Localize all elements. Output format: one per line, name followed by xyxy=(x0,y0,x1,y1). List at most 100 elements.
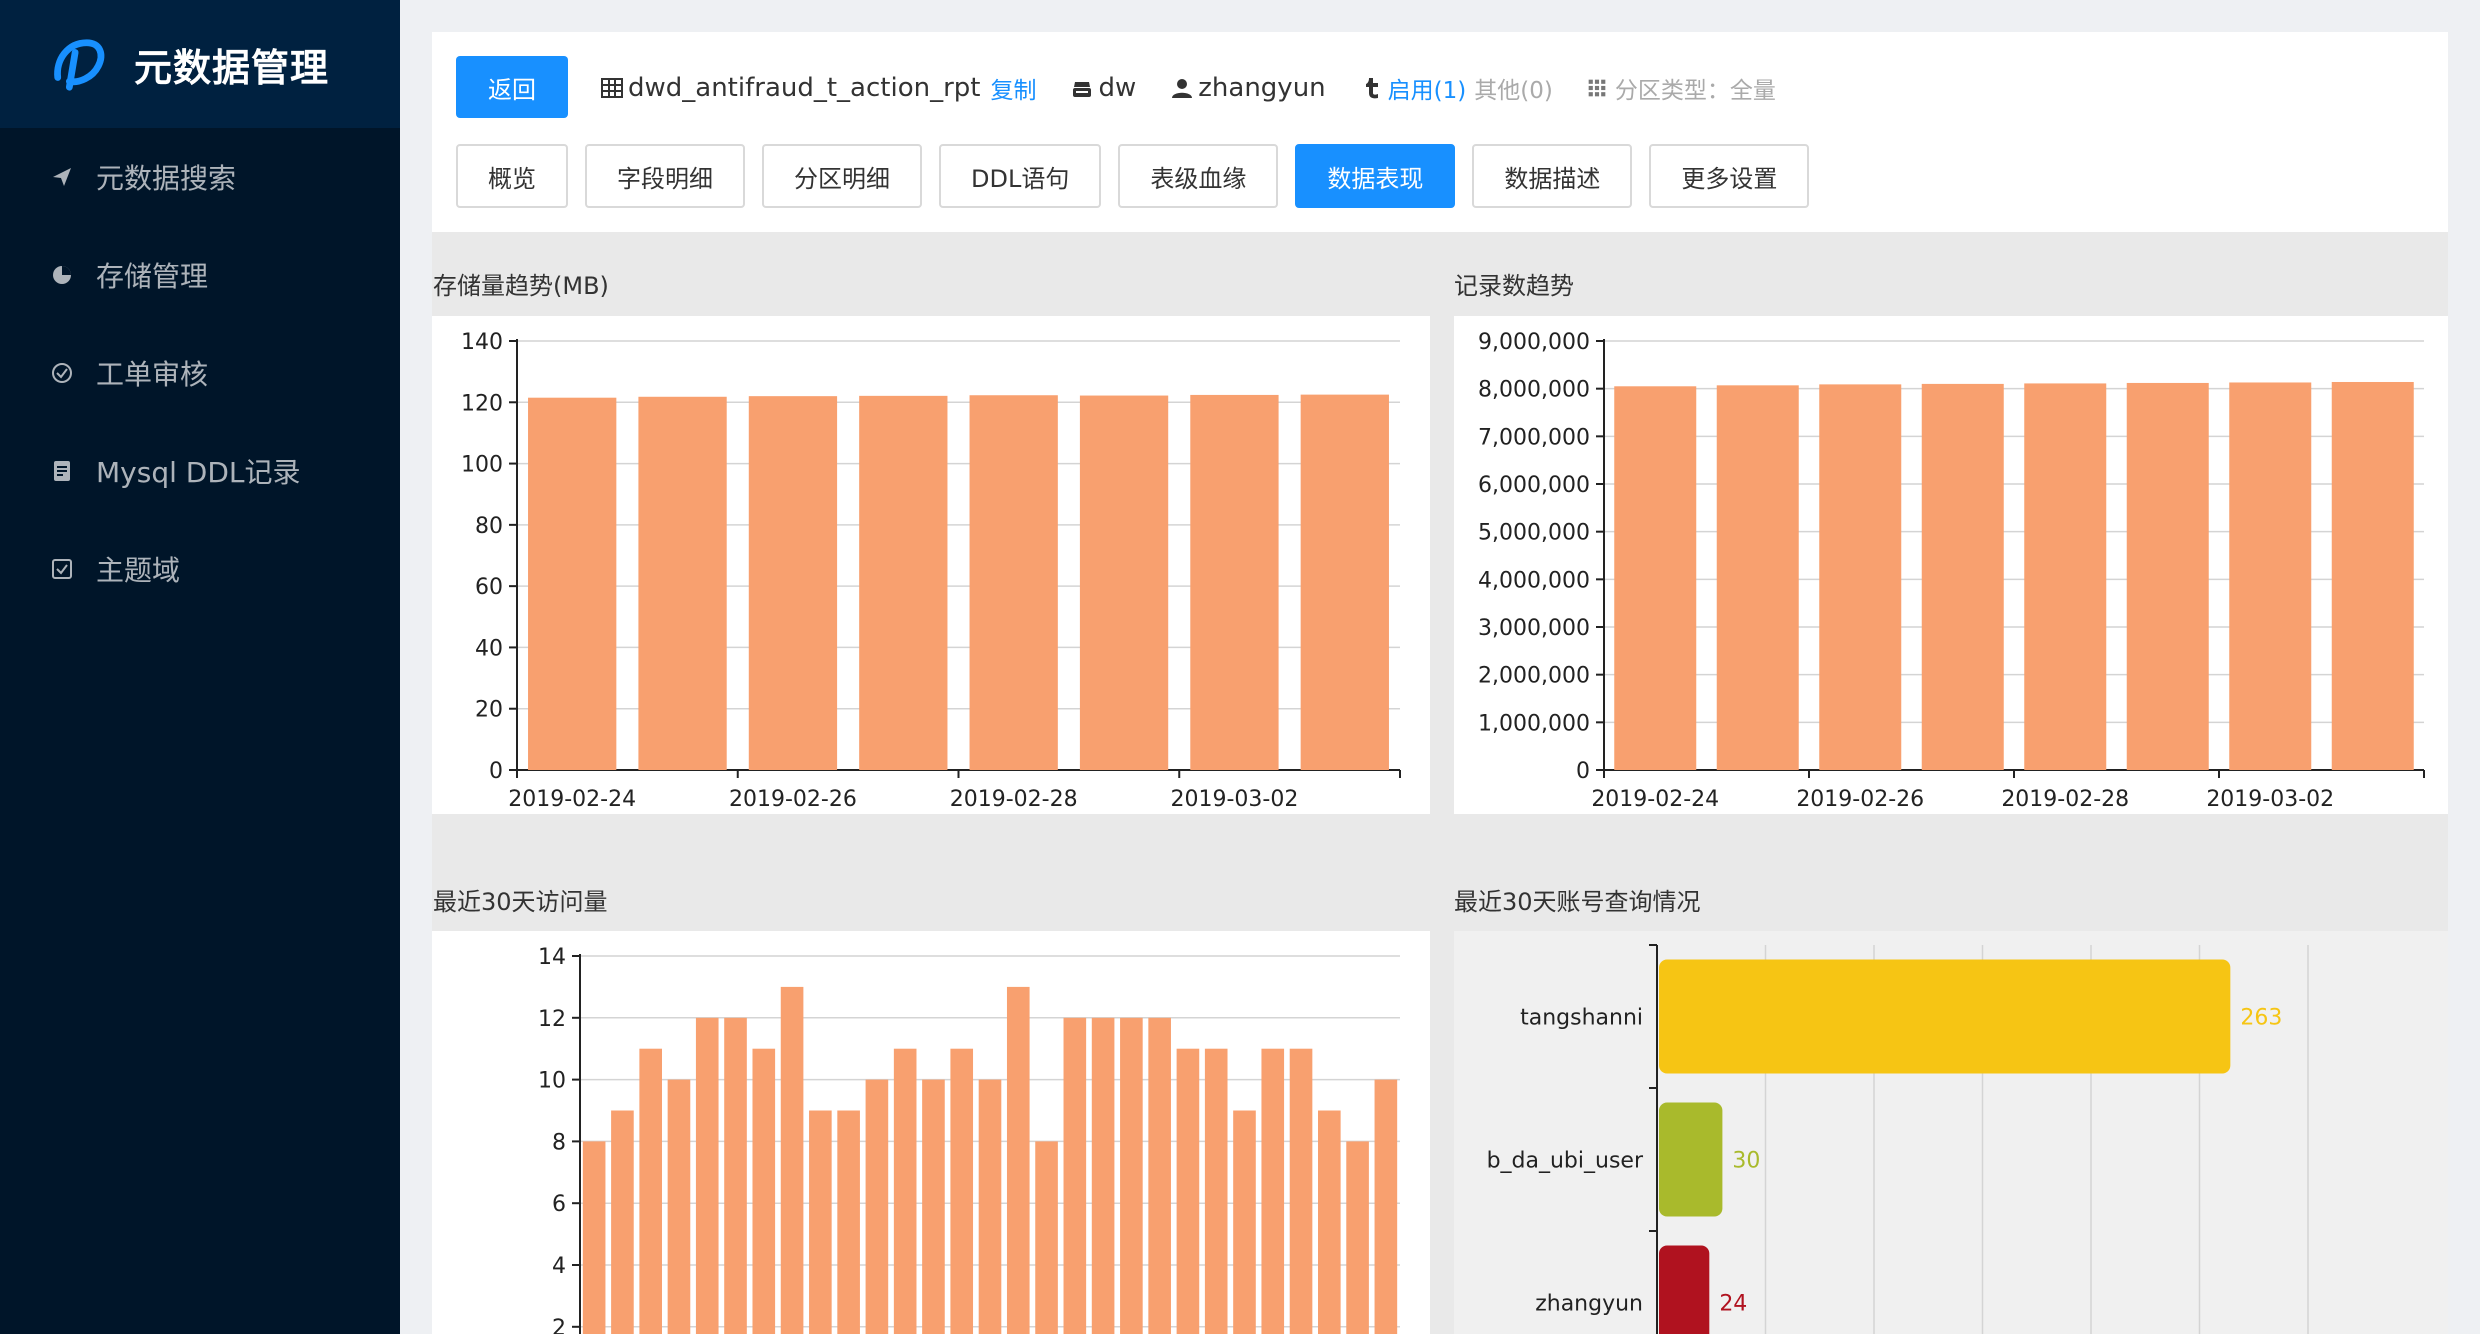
table-name-group: dwd_antifraud_t_action_rpt 复制 xyxy=(600,71,1036,105)
pie-chart-icon xyxy=(50,263,74,287)
tab-button[interactable]: DDL语句 xyxy=(939,144,1102,208)
status-other[interactable]: 其他(0) xyxy=(1474,71,1553,105)
account-query-title: 最近30天账号查询情况 xyxy=(1454,888,1701,916)
check-square-icon xyxy=(50,557,74,581)
y-tick-label: 80 xyxy=(475,514,503,539)
app-title: 元数据管理 xyxy=(134,45,330,90)
bar xyxy=(1233,1110,1256,1334)
y-tick-label: 14 xyxy=(538,945,566,970)
y-tick-label: 8 xyxy=(552,1130,566,1155)
bar xyxy=(2229,382,2312,770)
y-tick-label: 6 xyxy=(552,1192,566,1217)
bar xyxy=(859,395,948,770)
bar xyxy=(978,1079,1002,1334)
bar xyxy=(611,1110,634,1334)
bar xyxy=(528,397,617,770)
sidebar-menu: 元数据搜索 存储管理工单审核 Mysql DDL记录主题域 xyxy=(0,128,400,618)
bar xyxy=(1148,1017,1171,1334)
tab-button[interactable]: 数据描述 xyxy=(1472,144,1633,208)
sidebar-item[interactable]: Mysql DDL记录 xyxy=(0,422,400,520)
tab-button[interactable]: 分区明细 xyxy=(762,144,922,208)
bar xyxy=(1716,385,1799,770)
bar xyxy=(1374,1079,1398,1334)
account-query-chart: tangshanni 263 b_da_ubi_user 30 zhangyun 24 xyxy=(1454,931,2448,1334)
bar xyxy=(638,396,727,770)
data-label: 24 xyxy=(1719,1292,1747,1317)
status-group: 启用(1) 其他(0) xyxy=(1360,71,1553,105)
bar xyxy=(1318,1110,1341,1334)
x-tick-label: 2019-02-24 xyxy=(508,787,636,812)
bar xyxy=(582,1141,606,1334)
bar xyxy=(865,1079,889,1334)
tab-button[interactable]: 更多设置 xyxy=(1649,144,1810,208)
bar xyxy=(1079,395,1169,770)
bar xyxy=(950,1048,974,1334)
send-icon xyxy=(50,165,74,189)
sidebar-item[interactable]: 元数据搜索 xyxy=(0,128,400,226)
bar xyxy=(1120,1017,1143,1334)
table-icon xyxy=(601,78,623,98)
bar xyxy=(1006,986,1030,1334)
tab-button[interactable]: 概览 xyxy=(456,144,568,208)
sidebar-item[interactable]: 工单审核 xyxy=(0,324,400,422)
sidebar-item-label: 主题域 xyxy=(96,554,181,587)
y-tick-label: 2,000,000 xyxy=(1478,664,1590,689)
bar xyxy=(1346,1141,1369,1334)
copy-link[interactable]: 复制 xyxy=(990,71,1036,105)
y-tick-label: 6,000,000 xyxy=(1478,473,1590,498)
sidebar: 元数据管理 元数据搜索 存储管理工单审核 Mysql DDL记录主题域 xyxy=(0,0,400,1334)
partition-type: 分区类型：全量 xyxy=(1614,78,1776,104)
sidebar-item[interactable]: 主题域 xyxy=(0,520,400,618)
bar xyxy=(893,1048,917,1334)
y-tick-label: 2 xyxy=(552,1316,566,1334)
back-button[interactable]: 返回 xyxy=(456,56,568,118)
x-tick-label: 2019-02-26 xyxy=(1796,787,1924,812)
tumblr-icon xyxy=(1365,78,1378,99)
y-tick-label: 1,000,000 xyxy=(1478,711,1590,736)
x-tick-label: 2019-02-24 xyxy=(1591,787,1719,812)
visits-title: 最近30天访问量 xyxy=(433,888,608,916)
category-label: zhangyun xyxy=(1535,1292,1643,1317)
bar xyxy=(1659,1102,1723,1217)
x-tick-label: 2019-03-02 xyxy=(2206,787,2334,812)
y-tick-label: 0 xyxy=(1576,759,1590,784)
database-group: dw xyxy=(1070,73,1136,103)
bar xyxy=(837,1110,860,1334)
y-tick-label: 60 xyxy=(475,575,503,600)
bar xyxy=(1614,386,1697,770)
bar xyxy=(1091,1017,1115,1334)
status-enabled[interactable]: 启用(1) xyxy=(1388,71,1467,105)
tab-button[interactable]: 数据表现 xyxy=(1295,144,1456,208)
y-tick-label: 5,000,000 xyxy=(1478,521,1590,546)
x-tick-label: 2019-02-28 xyxy=(950,787,1078,812)
storage-trend-chart: 0 20 40 60 80 100 120 140 2019-02-24 2019-02-26 20… xyxy=(432,316,1430,814)
check-circle-icon xyxy=(50,361,74,385)
sidebar-item-label: 工单审核 xyxy=(96,358,209,391)
sidebar-item[interactable]: 存储管理 xyxy=(0,226,400,324)
bar xyxy=(1659,959,2231,1074)
y-tick-label: 7,000,000 xyxy=(1478,425,1590,450)
table-header-card: 返回 dwd_antifraud_t_action_rpt 复制 dw zhan… xyxy=(432,32,2448,232)
brand[interactable]: 元数据管理 xyxy=(0,0,400,128)
category-label: b_da_ubi_user xyxy=(1487,1149,1644,1174)
bar xyxy=(748,396,838,770)
table-meta: dwd_antifraud_t_action_rpt 复制 dw zhangyu… xyxy=(600,68,1810,108)
record-trend-title: 记录数趋势 xyxy=(1454,272,1574,300)
tab-button[interactable]: 字段明细 xyxy=(585,144,745,208)
bar xyxy=(639,1048,662,1334)
bar xyxy=(1190,394,1279,770)
x-tick-label: 2019-03-02 xyxy=(1171,787,1299,812)
tab-button[interactable]: 表级血缘 xyxy=(1118,144,1279,208)
y-tick-label: 4 xyxy=(552,1254,566,1279)
logo-icon xyxy=(54,39,105,91)
bar xyxy=(922,1079,945,1334)
owner-group: zhangyun xyxy=(1170,73,1326,103)
storage-trend-title: 存储量趋势(MB) xyxy=(433,272,609,300)
database-icon xyxy=(1073,82,1092,97)
y-tick-label: 10 xyxy=(538,1069,566,1094)
table-name: dwd_antifraud_t_action_rpt xyxy=(628,73,981,103)
bar xyxy=(2126,382,2209,770)
y-tick-label: 0 xyxy=(489,759,503,784)
bar xyxy=(1819,384,1902,770)
y-tick-label: 4,000,000 xyxy=(1478,568,1590,593)
